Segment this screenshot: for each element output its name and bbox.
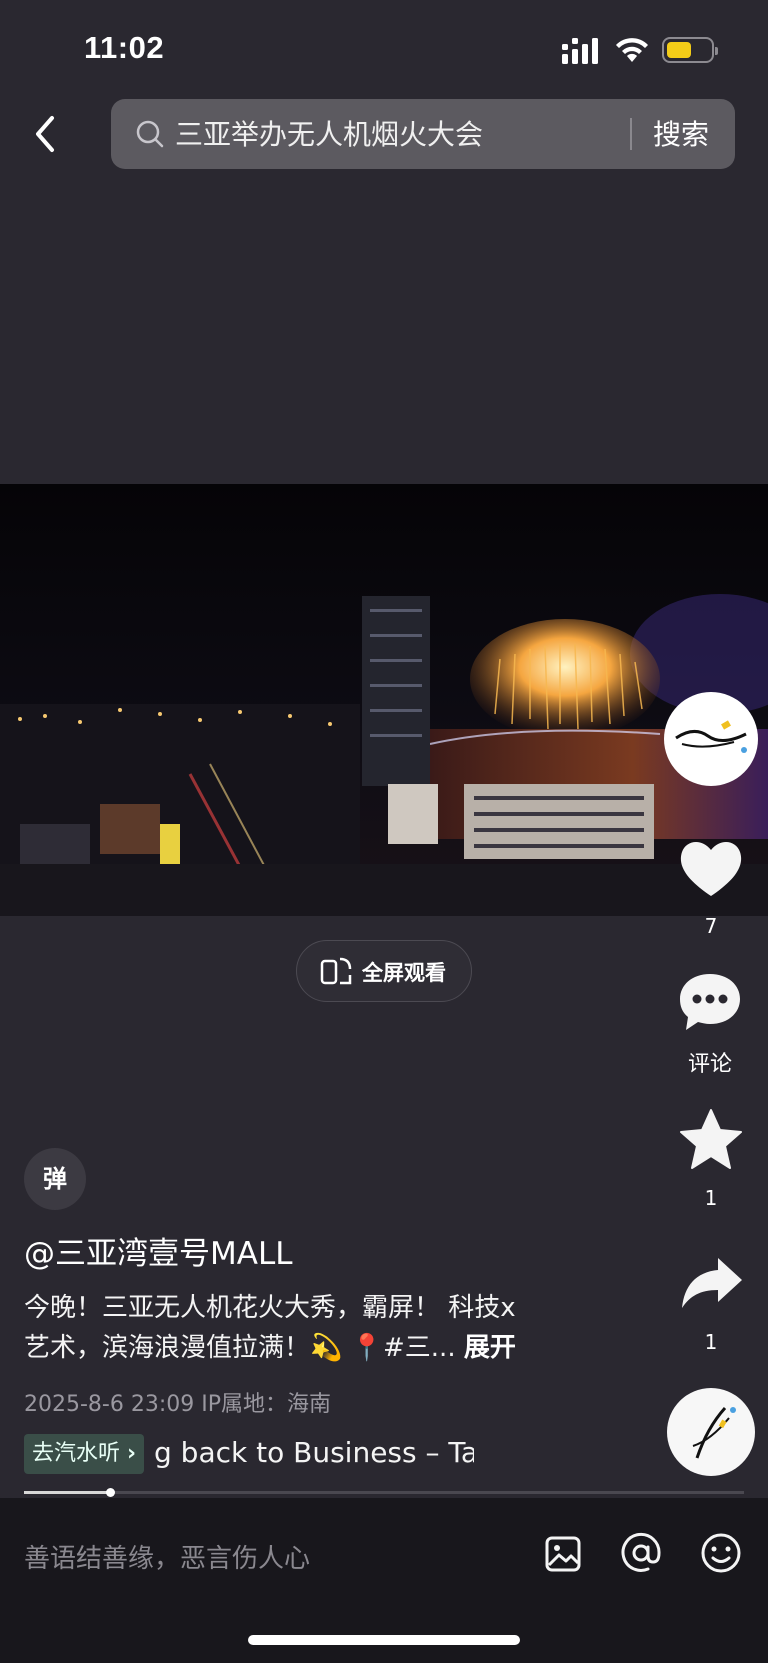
expand-button[interactable]: 展开 [464,1333,516,1363]
like-count: 7 [704,914,718,938]
post-meta: 2025-8-6 23:09 IP属地：海南 [24,1392,332,1417]
author-avatar[interactable] [664,692,758,786]
search-input[interactable]: 三亚举办无人机烟火大会 [175,113,483,153]
battery-icon [662,37,718,63]
music-disc-avatar[interactable] [667,1388,755,1476]
description-line-2: 艺术，滨海浪漫值拉满！💫 📍#三... [24,1333,456,1363]
comment-input[interactable]: 善语结善缘，恶言伤人心 [24,1538,310,1575]
video-progress-bar[interactable] [24,1488,744,1497]
music-tag-label: 去汽水听 [32,1441,121,1466]
progress-knob[interactable] [106,1488,116,1497]
favorite-count: 1 [704,1186,718,1210]
home-indicator[interactable] [248,1635,520,1645]
fullscreen-rotate-icon [320,957,352,985]
chevron-right-icon: › [127,1441,137,1466]
search-button[interactable]: 搜索 [653,113,709,153]
fireworks-city-scene [0,484,768,916]
status-time: 11:02 [84,30,165,65]
back-icon[interactable] [30,114,62,154]
comment-label: 评论 [687,1052,732,1077]
emoji-icon[interactable] [700,1532,742,1574]
danmu-label: 弹 [43,1165,67,1193]
progress-played [24,1491,111,1494]
search-icon [136,120,164,148]
favorite-star-icon[interactable] [678,1108,744,1172]
author-name[interactable]: @三亚湾壹号MALL [24,1228,293,1273]
post-description: 今晚！三亚无人机花火大秀，霸屏！ 科技x 艺术，滨海浪漫值拉满！💫 📍#三...… [24,1288,604,1368]
share-count: 1 [704,1330,718,1354]
danmu-toggle-button[interactable]: 弹 [24,1148,86,1210]
search-divider [630,118,632,150]
image-icon[interactable] [544,1535,582,1573]
wifi-icon [616,38,648,62]
at-icon[interactable] [620,1532,662,1574]
cellular-signal-icon [562,38,598,64]
fullscreen-label: 全屏观看 [362,961,446,985]
description-line-1: 今晚！三亚无人机花火大秀，霸屏！ 科技x [24,1293,516,1323]
music-title[interactable]: g back to Business – Ta [154,1436,474,1469]
video-player[interactable] [0,484,768,916]
music-open-button[interactable]: 去汽水听 › [24,1434,145,1474]
like-heart-icon[interactable] [676,836,746,900]
share-icon[interactable] [680,1254,744,1310]
comment-icon[interactable] [676,970,744,1034]
